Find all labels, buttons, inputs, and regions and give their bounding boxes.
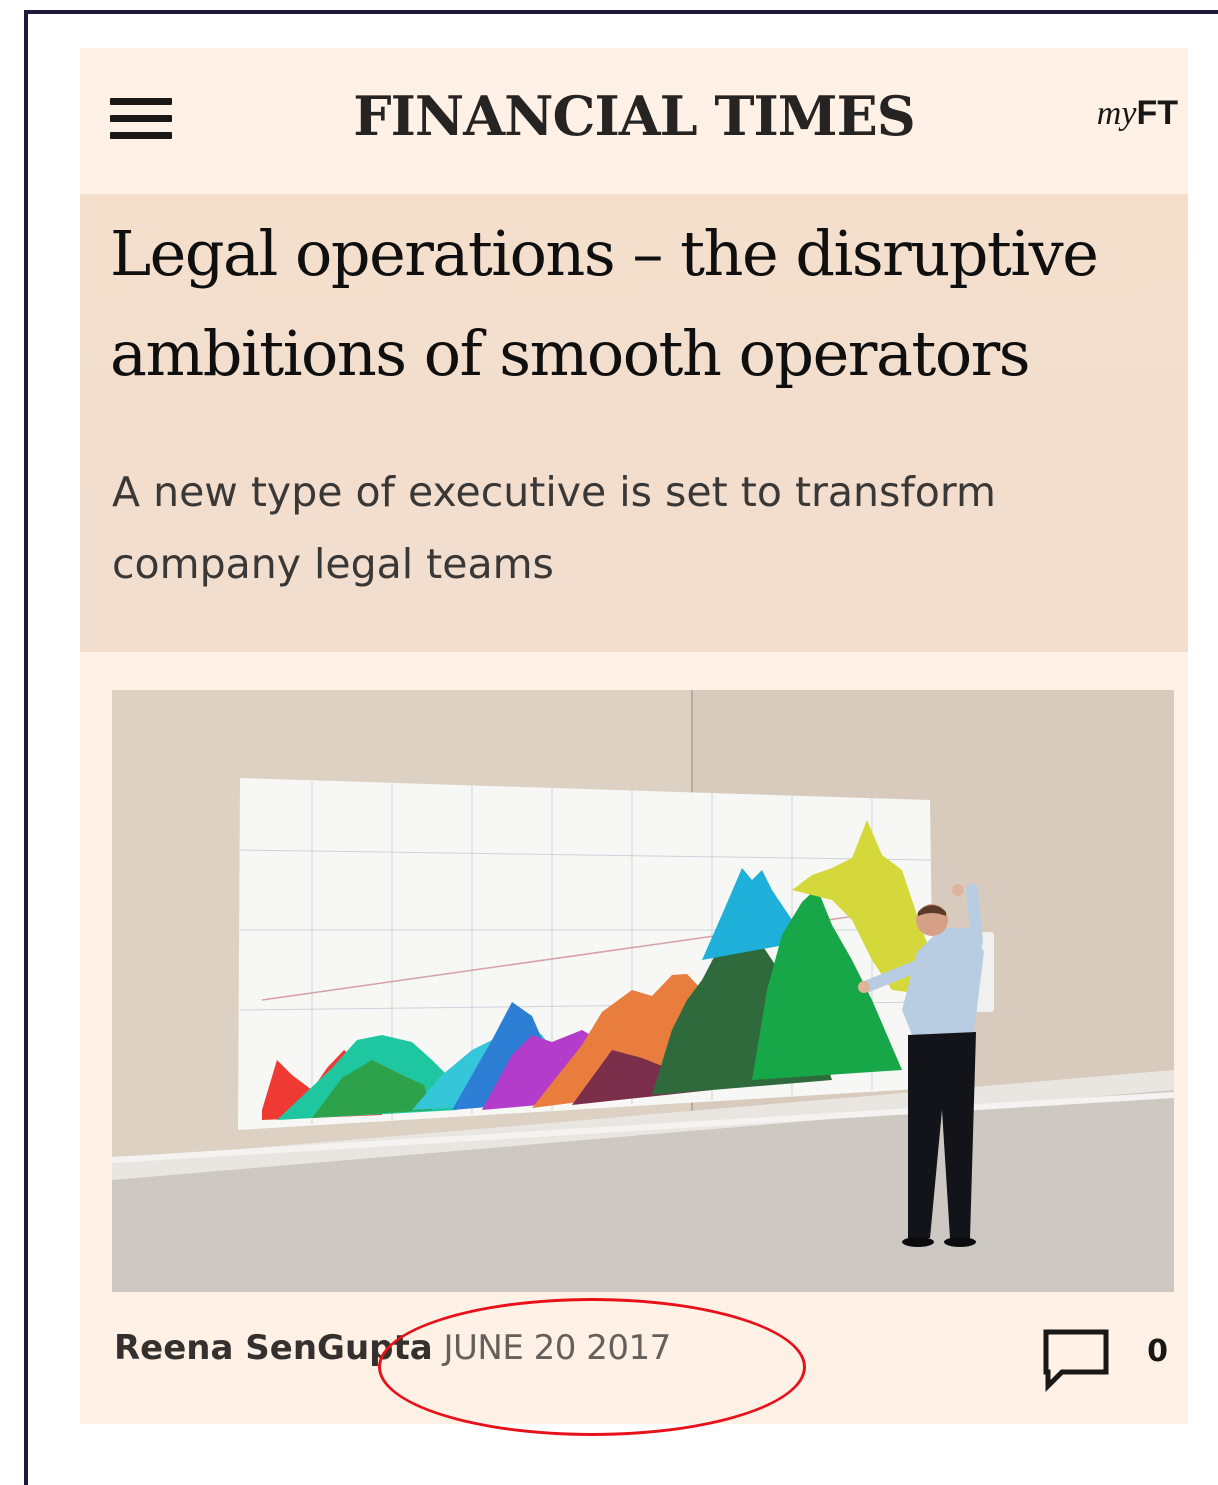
publish-date: JUNE 20 2017 <box>443 1328 672 1368</box>
site-header: FINANCIAL TIMES myFT <box>80 48 1188 194</box>
myft-link[interactable]: myFT <box>1097 94 1178 133</box>
article-page: FINANCIAL TIMES myFT Legal operations – … <box>80 48 1188 1424</box>
article-headline: Legal operations – the disruptive ambiti… <box>110 217 1099 390</box>
article-byline: Reena SenGupta JUNE 20 2017 <box>114 1318 671 1378</box>
author-link[interactable]: Reena SenGupta <box>114 1328 433 1368</box>
comments-button[interactable]: 0 <box>1042 1326 1172 1396</box>
myft-prefix: my <box>1096 95 1137 132</box>
site-logo[interactable]: FINANCIAL TIMES <box>80 84 1188 148</box>
article-image <box>112 690 1174 1292</box>
myft-suffix: FT <box>1136 94 1178 132</box>
comment-icon <box>1043 1329 1109 1393</box>
comment-count: 0 <box>1147 1334 1168 1369</box>
article-hero: Legal operations – the disruptive ambiti… <box>80 194 1188 652</box>
article-standfirst: A new type of executive is set to transf… <box>112 468 996 588</box>
